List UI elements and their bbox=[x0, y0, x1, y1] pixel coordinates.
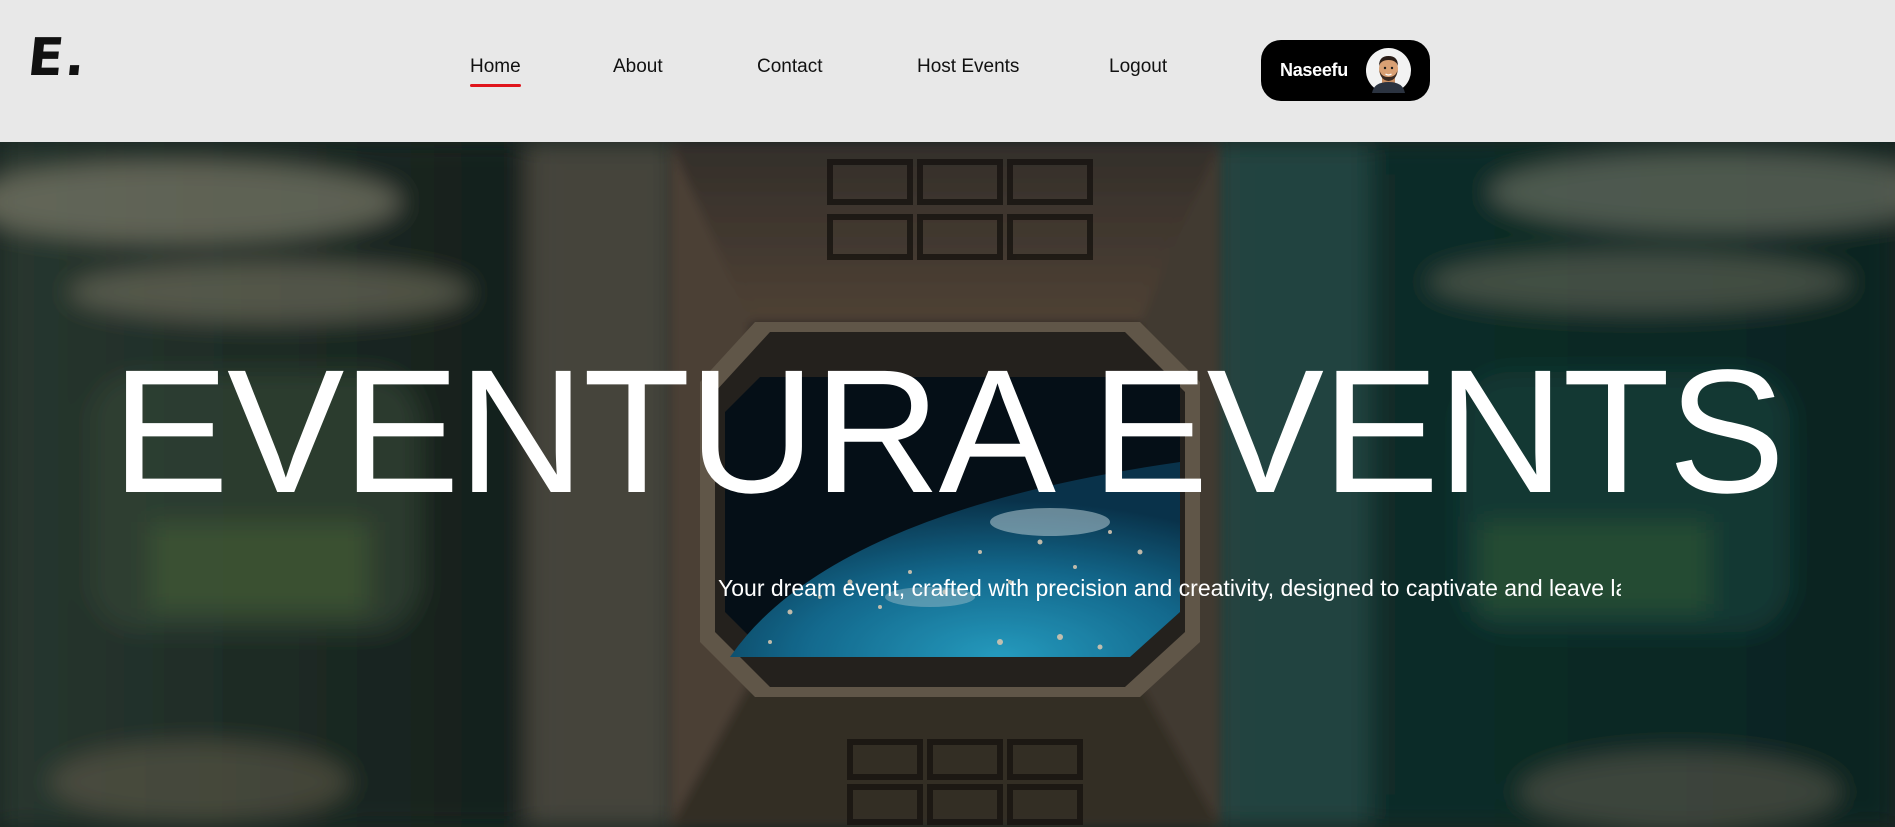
top-navbar: E. Home About Contact Host Events Logout… bbox=[0, 0, 1895, 142]
hero-banner: EVENTURA EVENTS Your dream event, crafte… bbox=[0, 142, 1895, 827]
nav-link-contact[interactable]: Contact bbox=[757, 56, 822, 78]
nav-link-about[interactable]: About bbox=[613, 56, 663, 78]
user-avatar-icon bbox=[1366, 48, 1411, 93]
nav-link-home[interactable]: Home bbox=[470, 56, 521, 87]
nav-link-host-events[interactable]: Host Events bbox=[917, 56, 1019, 78]
user-profile-button[interactable]: Naseefu bbox=[1261, 40, 1430, 101]
hero-title: EVENTURA EVENTS bbox=[111, 334, 1786, 530]
hero-subtitle: Your dream event, crafted with precision… bbox=[718, 575, 1621, 601]
brand-logo[interactable]: E. bbox=[25, 28, 91, 88]
nav-link-logout[interactable]: Logout bbox=[1109, 56, 1167, 78]
user-name: Naseefu bbox=[1280, 60, 1348, 80]
